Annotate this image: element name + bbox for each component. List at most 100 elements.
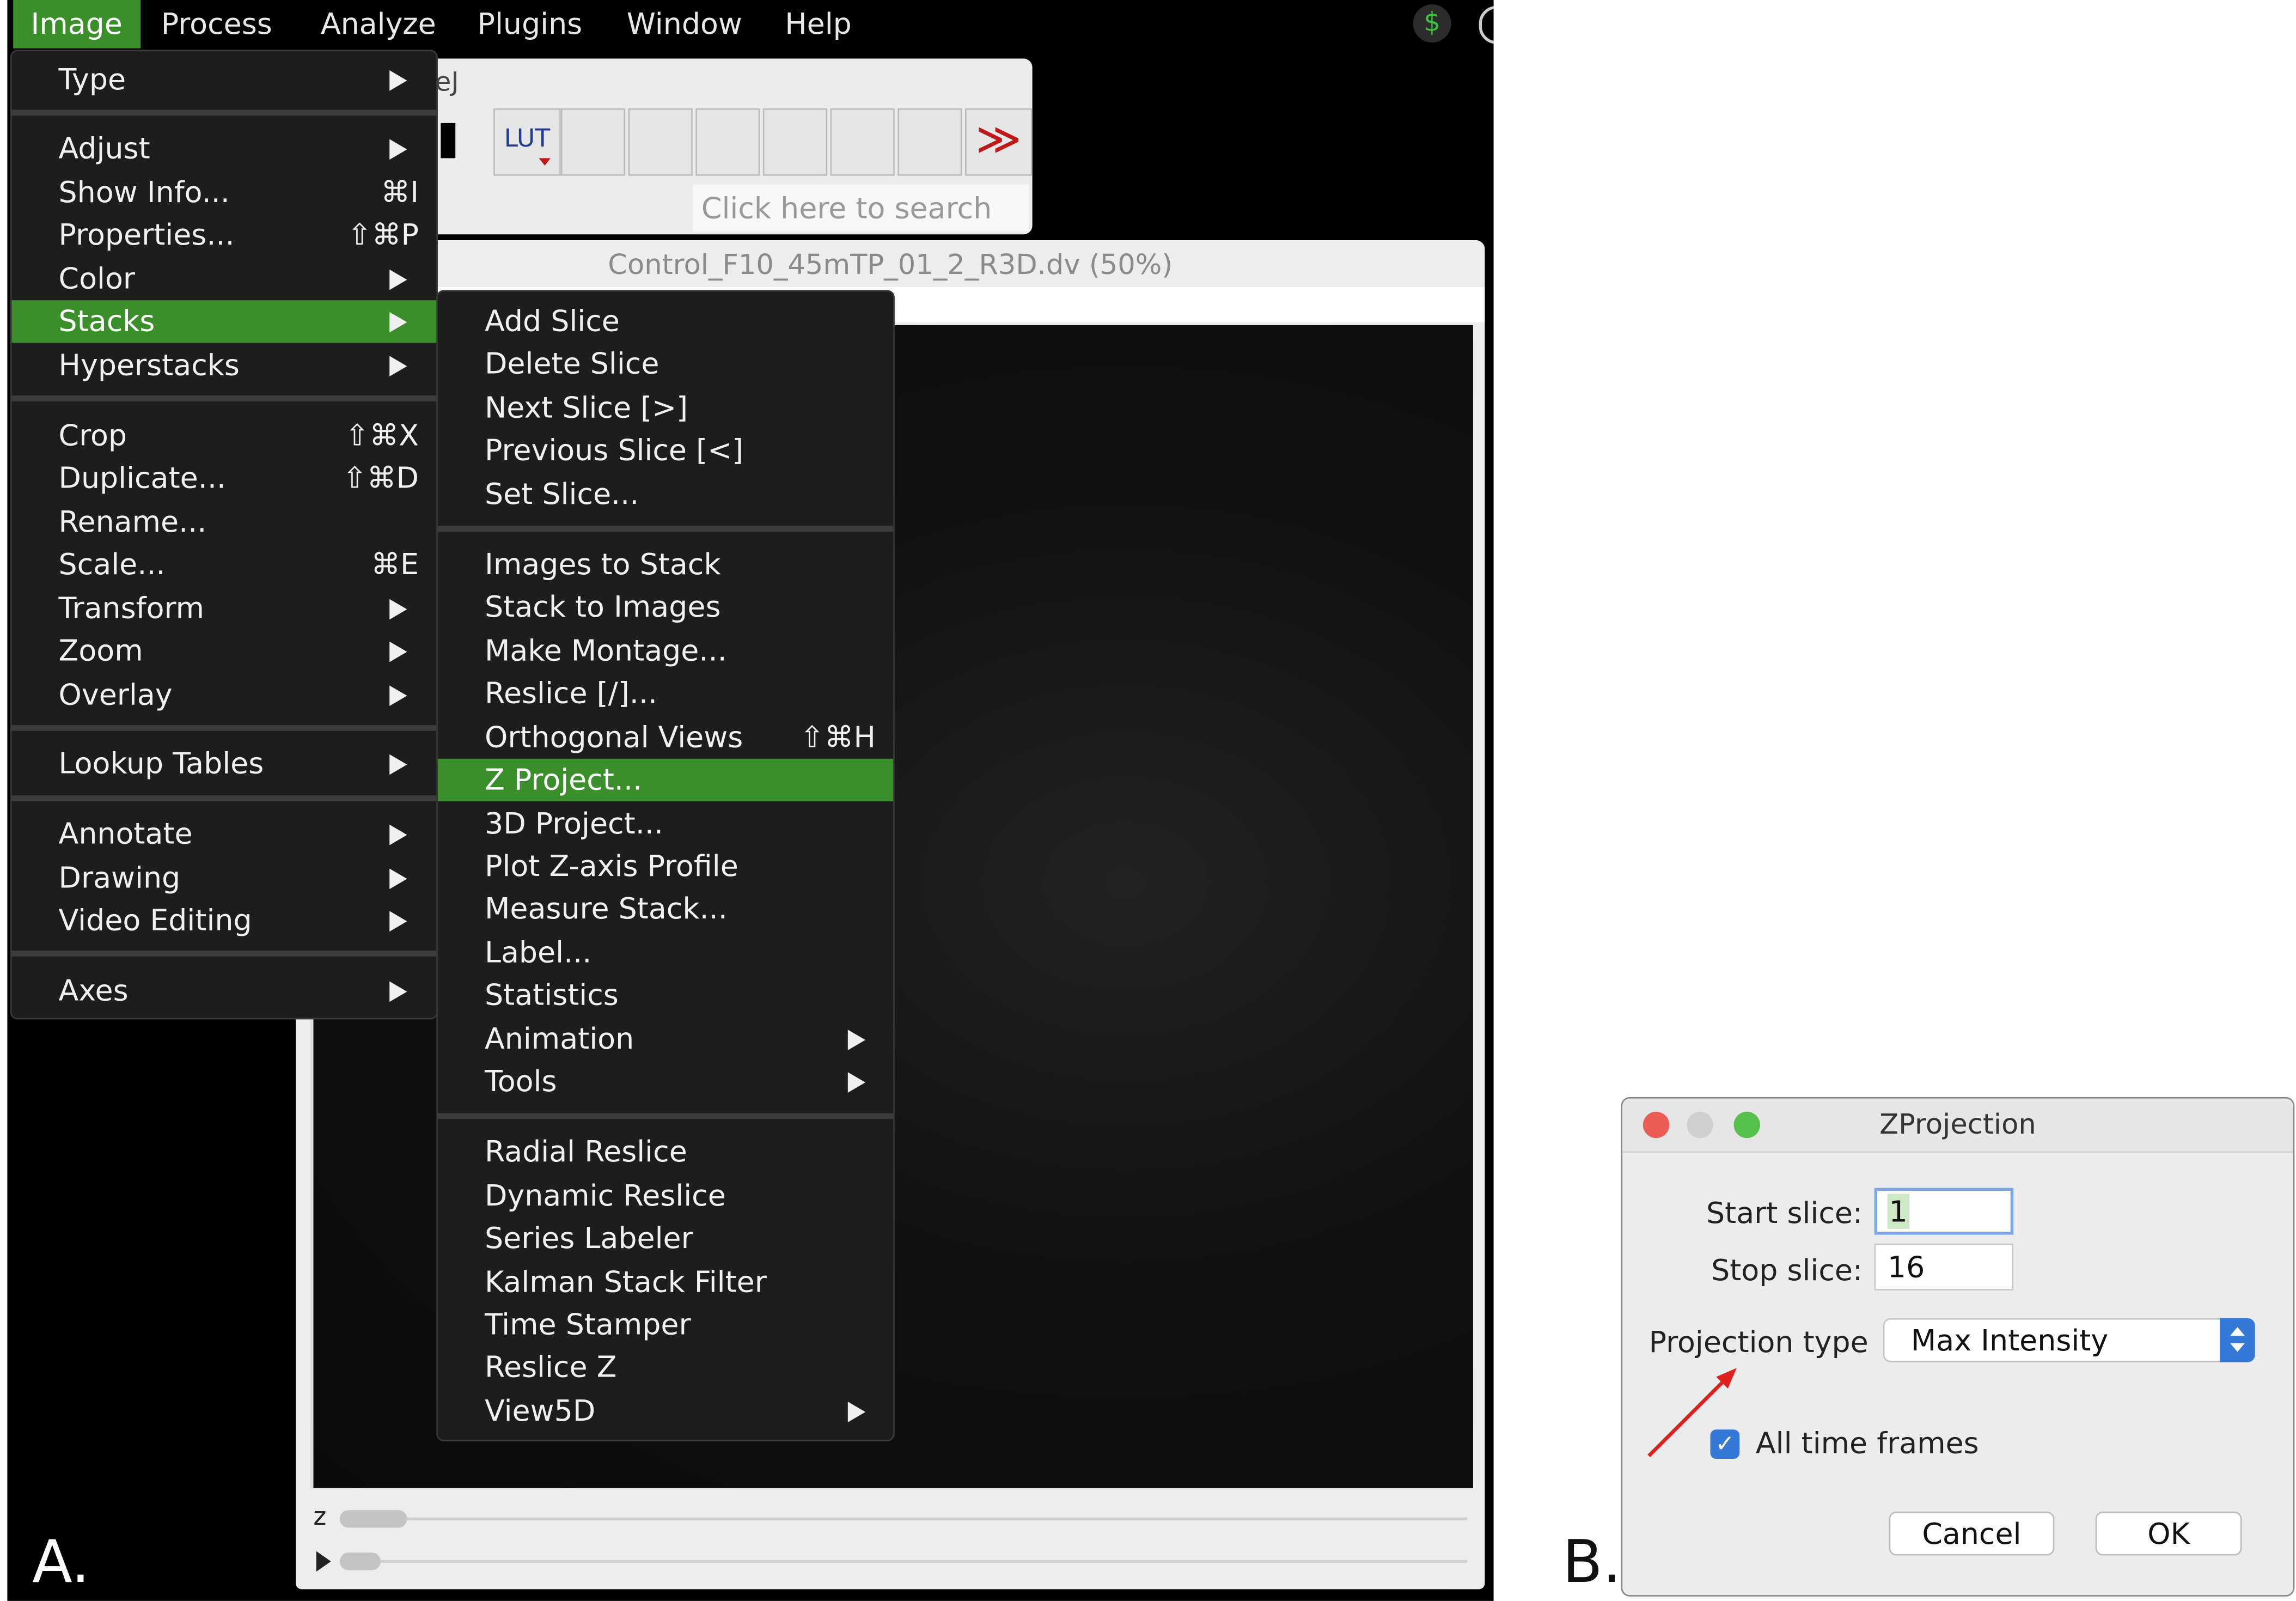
- color-swatch[interactable]: [441, 123, 456, 159]
- menu-item-images-to-stack[interactable]: Images to Stack: [438, 544, 893, 586]
- menu-item-drawing[interactable]: Drawing: [12, 857, 437, 899]
- t-slider-thumb[interactable]: [339, 1553, 381, 1570]
- submenu-arrow-icon: [389, 685, 407, 707]
- menu-item-hyperstacks[interactable]: Hyperstacks: [12, 344, 437, 387]
- menu-shortcut: ⇧⌘H: [799, 719, 876, 754]
- menu-item-adjust[interactable]: Adjust: [12, 127, 437, 170]
- lut-dropdown-icon: [539, 158, 551, 166]
- menu-item-video-editing[interactable]: Video Editing: [12, 899, 437, 942]
- lut-label: LUT: [504, 124, 551, 154]
- menu-item-crop[interactable]: Crop ⇧⌘X: [12, 415, 437, 457]
- imagej-toolbar-window: eJ LUT ≫ Click here to search: [358, 58, 1033, 235]
- menu-process[interactable]: Process: [144, 0, 290, 48]
- z-slider[interactable]: z: [310, 1500, 1470, 1538]
- menu-item-label: Hyperstacks: [58, 347, 240, 382]
- status-clock-icon[interactable]: [1479, 5, 1494, 44]
- menu-item-add-slice[interactable]: Add Slice: [438, 300, 893, 343]
- menu-help[interactable]: Help: [767, 0, 869, 48]
- menu-item-label: Images to Stack: [484, 546, 721, 582]
- stop-slice-input[interactable]: 16: [1874, 1243, 2014, 1290]
- menu-item-axes[interactable]: Axes: [12, 970, 437, 1012]
- menu-item-series-labeler[interactable]: Series Labeler: [438, 1217, 893, 1259]
- menu-shortcut: ⌘E: [371, 546, 419, 582]
- lut-button[interactable]: LUT: [493, 108, 561, 176]
- t-slider-track[interactable]: [339, 1560, 1468, 1563]
- tool-slot-2[interactable]: [628, 108, 693, 176]
- menu-item-next-slice[interactable]: Next Slice [>]: [438, 387, 893, 429]
- menu-item-scale[interactable]: Scale... ⌘E: [12, 544, 437, 586]
- menu-item-reslice-z[interactable]: Reslice Z: [438, 1346, 893, 1389]
- menu-shortcut: ⇧⌘P: [347, 216, 419, 252]
- tool-slot-3[interactable]: [695, 108, 760, 176]
- menu-item-type[interactable]: Type: [12, 59, 437, 101]
- menu-item-duplicate[interactable]: Duplicate... ⇧⌘D: [12, 457, 437, 500]
- tool-slot-6[interactable]: [897, 108, 962, 176]
- tool-slot-5[interactable]: [830, 108, 895, 176]
- select-stepper-icon: [2220, 1318, 2255, 1362]
- menu-item-orthogonal-views[interactable]: Orthogonal Views ⇧⌘H: [438, 716, 893, 759]
- menu-item-label: Reslice Z: [484, 1349, 617, 1384]
- menu-separator: [437, 1113, 894, 1119]
- menu-item-label: Time Stamper: [484, 1306, 691, 1342]
- menu-item-view5d[interactable]: View5D: [438, 1390, 893, 1433]
- submenu-arrow-icon: [389, 754, 407, 775]
- menu-item-previous-slice[interactable]: Previous Slice [<]: [438, 429, 893, 472]
- menu-item-reslice[interactable]: Reslice [/]...: [438, 672, 893, 715]
- menu-item-label: Orthogonal Views: [484, 719, 743, 754]
- menu-plugins[interactable]: Plugins: [460, 0, 600, 48]
- tool-slot-4[interactable]: [762, 108, 828, 176]
- menu-item-label: Show Info...: [58, 174, 230, 210]
- menu-item-overlay[interactable]: Overlay: [12, 674, 437, 716]
- menu-item-lookup-tables[interactable]: Lookup Tables: [12, 742, 437, 785]
- status-app-icon[interactable]: $: [1413, 4, 1451, 42]
- projection-type-label: Projection type: [1648, 1324, 1868, 1360]
- menu-separator: [11, 795, 437, 801]
- projection-type-select[interactable]: Max Intensity: [1883, 1318, 2255, 1362]
- menu-image[interactable]: Image: [13, 0, 141, 48]
- menu-item-kalman-stack-filter[interactable]: Kalman Stack Filter: [438, 1261, 893, 1304]
- tool-slot-1[interactable]: [560, 108, 626, 176]
- menu-item-properties[interactable]: Properties... ⇧⌘P: [12, 214, 437, 257]
- menu-item-statistics[interactable]: Statistics: [438, 974, 893, 1016]
- menu-item-make-montage[interactable]: Make Montage...: [438, 630, 893, 672]
- menu-item-label-slice[interactable]: Label...: [438, 932, 893, 974]
- menu-item-rename[interactable]: Rename...: [12, 501, 437, 544]
- menu-item-z-project[interactable]: Z Project...: [437, 758, 894, 801]
- t-slider[interactable]: [310, 1542, 1470, 1580]
- menu-item-label: Set Slice...: [484, 476, 639, 512]
- menu-item-dynamic-reslice[interactable]: Dynamic Reslice: [438, 1174, 893, 1217]
- menu-analyze[interactable]: Analyze: [303, 0, 454, 48]
- z-slider-thumb[interactable]: [339, 1510, 407, 1528]
- menu-item-animation[interactable]: Animation: [438, 1018, 893, 1061]
- menu-item-stacks[interactable]: Stacks: [11, 300, 437, 343]
- ok-button[interactable]: OK: [2095, 1511, 2242, 1556]
- all-time-frames-checkbox[interactable]: ✓: [1710, 1429, 1740, 1459]
- z-slider-track[interactable]: [339, 1517, 1468, 1520]
- menu-item-3d-project[interactable]: 3D Project...: [438, 802, 893, 845]
- more-tools-icon[interactable]: ≫: [964, 108, 1033, 176]
- start-slice-label: Start slice:: [1706, 1195, 1863, 1231]
- menu-item-measure-stack[interactable]: Measure Stack...: [438, 887, 893, 930]
- menu-item-set-slice[interactable]: Set Slice...: [438, 473, 893, 515]
- menu-item-time-stamper[interactable]: Time Stamper: [438, 1304, 893, 1346]
- zprojection-dialog: ZProjection Start slice: 1 Stop slice: 1…: [1621, 1097, 2295, 1597]
- menu-item-delete-slice[interactable]: Delete Slice: [438, 343, 893, 385]
- play-icon[interactable]: [316, 1551, 331, 1572]
- cancel-button[interactable]: Cancel: [1889, 1511, 2055, 1556]
- menu-item-plot-z-axis-profile[interactable]: Plot Z-axis Profile: [438, 845, 893, 887]
- menu-item-zoom[interactable]: Zoom: [12, 630, 437, 672]
- menu-item-label: Rename...: [58, 503, 207, 539]
- menu-item-color[interactable]: Color: [12, 258, 437, 300]
- menu-item-label: Make Montage...: [484, 632, 727, 668]
- menu-item-transform[interactable]: Transform: [12, 587, 437, 630]
- menu-item-stack-to-images[interactable]: Stack to Images: [438, 586, 893, 629]
- menu-item-show-info[interactable]: Show Info... ⌘I: [12, 172, 437, 214]
- menu-window[interactable]: Window: [609, 0, 760, 48]
- menu-item-annotate[interactable]: Annotate: [12, 813, 437, 855]
- search-field[interactable]: Click here to search: [692, 184, 1030, 232]
- start-slice-input[interactable]: 1: [1874, 1188, 2014, 1235]
- menu-item-radial-reslice[interactable]: Radial Reslice: [438, 1131, 893, 1173]
- menu-item-label: Stacks: [58, 303, 155, 339]
- menu-item-tools[interactable]: Tools: [438, 1061, 893, 1103]
- submenu-arrow-icon: [389, 911, 407, 932]
